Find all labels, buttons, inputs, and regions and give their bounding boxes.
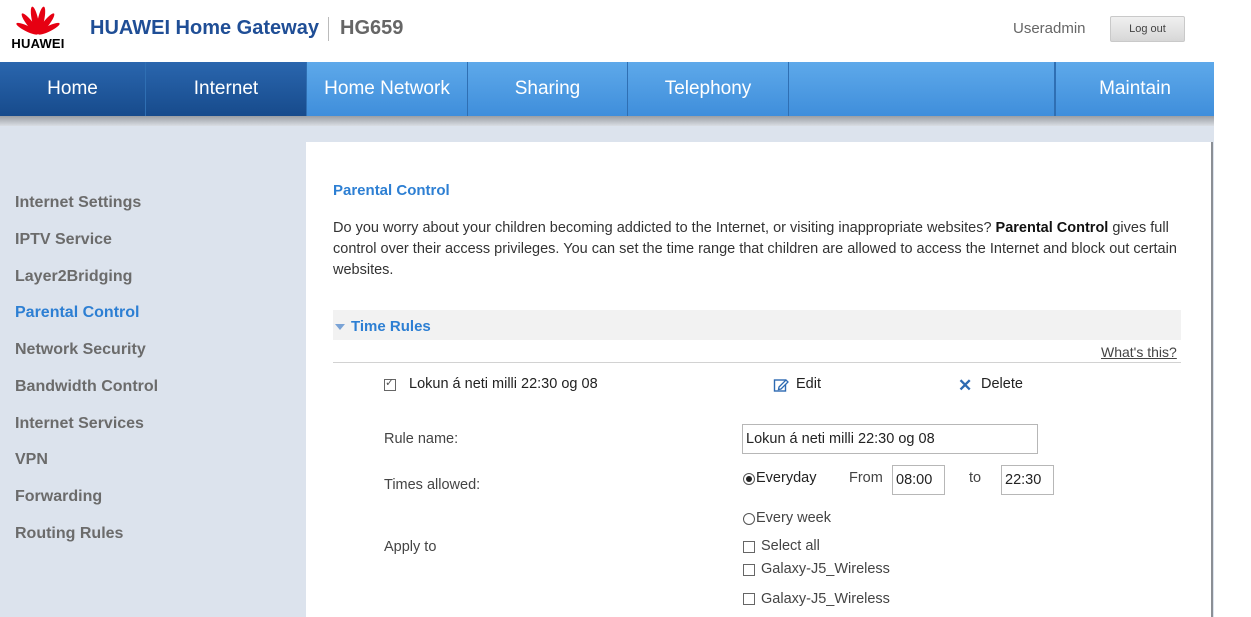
huawei-logo: HUAWEI — [6, 2, 70, 51]
sidebar-item-bandwidth-control[interactable]: Bandwidth Control — [15, 378, 158, 396]
select-all-checkbox[interactable] — [743, 541, 755, 553]
section-divider — [333, 362, 1181, 363]
apply-to-label: Apply to — [384, 539, 437, 555]
rule-enable-checkbox[interactable] — [384, 376, 396, 391]
username: Useradmin — [1013, 20, 1086, 37]
nav-internet[interactable]: Internet — [146, 62, 307, 116]
logout-button[interactable]: Log out — [1110, 16, 1185, 42]
every-week-label[interactable]: Every week — [756, 510, 831, 526]
device-checkbox[interactable] — [743, 564, 755, 576]
from-time-input[interactable] — [892, 465, 945, 495]
sidebar-item-vpn[interactable]: VPN — [15, 451, 48, 469]
sidebar-item-internet-services[interactable]: Internet Services — [15, 415, 144, 433]
device-label[interactable]: Galaxy-J5_Wireless — [761, 561, 890, 577]
title-divider — [328, 17, 329, 41]
header: HUAWEI HUAWEI Home Gateway HG659 Useradm… — [0, 0, 1214, 62]
times-allowed-label: Times allowed: — [384, 477, 481, 493]
nav-sharing[interactable]: Sharing — [468, 62, 628, 116]
sidebar-item-forwarding[interactable]: Forwarding — [15, 488, 102, 506]
sidebar-item-network-security[interactable]: Network Security — [15, 341, 146, 359]
nav-home-network[interactable]: Home Network — [307, 62, 468, 116]
nav-home[interactable]: Home — [0, 62, 146, 116]
page-title: Parental Control — [333, 182, 450, 199]
page-edge — [1214, 0, 1251, 617]
from-label: From — [849, 470, 883, 486]
to-time-input[interactable] — [1001, 465, 1054, 495]
sidebar-item-iptv-service[interactable]: IPTV Service — [15, 231, 112, 249]
logo-text: HUAWEI — [11, 36, 65, 51]
rule-name-label: Rule name: — [384, 431, 459, 447]
huawei-logo-icon — [16, 6, 60, 35]
delete-button[interactable]: Delete — [981, 376, 1023, 392]
sidebar-item-internet-settings[interactable]: Internet Settings — [15, 194, 141, 212]
delete-icon[interactable]: ✕ — [958, 376, 972, 396]
main-nav: Home Internet Home Network Sharing Telep… — [0, 62, 1214, 116]
description-bold: Parental Control — [995, 220, 1109, 236]
sidebar-item-routing-rules[interactable]: Routing Rules — [15, 525, 123, 543]
every-week-radio[interactable] — [743, 513, 755, 525]
nav-telephony[interactable]: Telephony — [628, 62, 789, 116]
everyday-label[interactable]: Everyday — [756, 470, 816, 486]
select-all-label[interactable]: Select all — [761, 538, 820, 554]
page-description: Do you worry about your children becomin… — [333, 218, 1183, 281]
nav-shadow — [0, 116, 1214, 126]
model-name: HG659 — [340, 17, 404, 39]
edit-icon[interactable] — [773, 377, 789, 393]
to-label: to — [969, 470, 982, 486]
time-rules-header[interactable] — [333, 310, 1181, 340]
rule-name-input[interactable] — [742, 424, 1038, 454]
device-label[interactable]: Galaxy-J5_Wireless — [761, 591, 890, 607]
whats-this-link[interactable]: What's this? — [1101, 344, 1177, 360]
device-checkbox[interactable] — [743, 593, 755, 605]
nav-maintain[interactable]: Maintain — [1055, 62, 1214, 116]
caret-down-icon[interactable] — [335, 324, 345, 330]
nav-spacer — [789, 62, 1055, 116]
time-rules-title[interactable]: Time Rules — [351, 318, 431, 335]
edit-button[interactable]: Edit — [796, 376, 821, 392]
description-text: Do you worry about your children becomin… — [333, 220, 996, 236]
everyday-radio[interactable] — [743, 473, 755, 485]
sidebar-item-parental-control[interactable]: Parental Control — [15, 304, 139, 322]
rule-name: Lokun á neti milli 22:30 og 08 — [409, 376, 598, 392]
sidebar-item-layer2bridging[interactable]: Layer2Bridging — [15, 268, 132, 286]
app-title: HUAWEI Home Gateway — [90, 17, 319, 39]
